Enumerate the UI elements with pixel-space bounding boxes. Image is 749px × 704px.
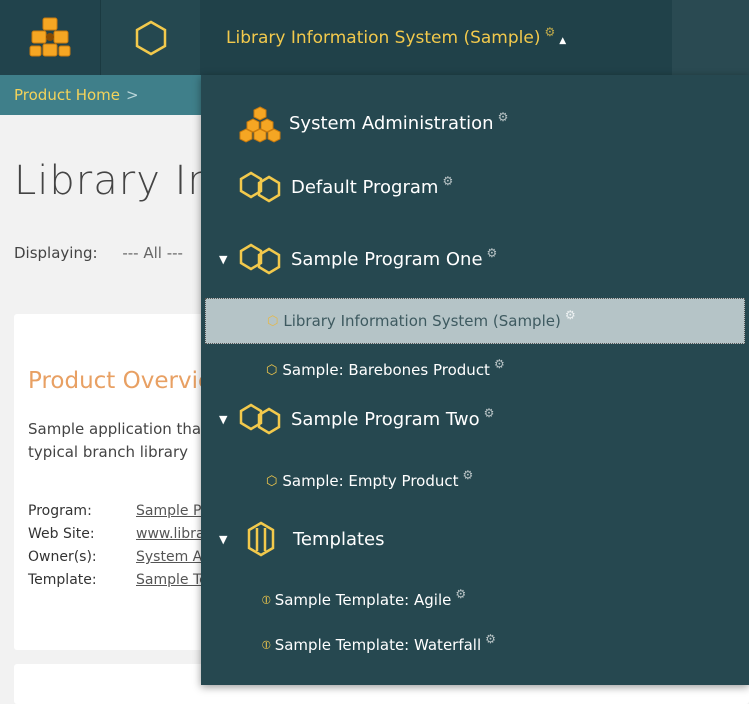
- spira-cubes-icon: [29, 17, 71, 56]
- gear-icon[interactable]: ⚙: [485, 632, 496, 646]
- program-hexagons-icon: [239, 171, 281, 203]
- gear-icon[interactable]: ⚙: [544, 25, 555, 39]
- menu-item-label: Default Program: [291, 176, 439, 198]
- menu-item-label: Sample Template: Agile: [274, 591, 452, 609]
- menu-item-empty-product[interactable]: ⬡ Sample: Empty Product ⚙: [201, 461, 749, 501]
- breadcrumb-separator: >: [126, 86, 139, 104]
- product-selector-button[interactable]: Library Information System (Sample) ⚙ ▲: [200, 0, 672, 75]
- menu-item-template-agile[interactable]: ⦶ Sample Template: Agile ⚙: [201, 580, 749, 620]
- property-label: Template:: [28, 572, 97, 588]
- expanded-triangle-icon[interactable]: ▼: [219, 253, 233, 266]
- gear-icon[interactable]: ⚙: [442, 174, 453, 188]
- program-hexagons-icon: [239, 403, 281, 435]
- expanded-triangle-icon[interactable]: ▼: [219, 413, 233, 426]
- gear-icon[interactable]: ⚙: [463, 468, 474, 482]
- templates-icon: [247, 521, 275, 557]
- menu-item-label: Sample Program One: [291, 248, 483, 270]
- program-hexagons-icon: [239, 243, 281, 275]
- menu-item-label: Templates: [293, 528, 385, 550]
- displaying-value[interactable]: --- All ---: [122, 244, 183, 262]
- menu-item-label: System Administration: [289, 112, 494, 134]
- gear-icon[interactable]: ⚙: [565, 308, 576, 322]
- displaying-filter: Displaying: --- All ---: [14, 244, 183, 262]
- product-hexagon-icon: ⬡: [266, 362, 278, 378]
- menu-item-label: Sample Template: Waterfall: [274, 636, 482, 654]
- template-mini-icon: ⦶: [262, 592, 271, 607]
- menu-item-system-administration[interactable]: System Administration ⚙: [201, 101, 749, 145]
- system-admin-cubes-icon: [239, 106, 281, 143]
- program-hexagon-button[interactable]: [100, 0, 201, 75]
- app-logo-button[interactable]: [0, 0, 100, 75]
- menu-item-label: Sample: Empty Product: [282, 472, 459, 490]
- property-label: Owner(s):: [28, 549, 97, 565]
- top-navbar: Library Information System (Sample) ⚙ ▲: [0, 0, 749, 75]
- menu-item-sample-program-two[interactable]: ▼ Sample Program Two ⚙: [201, 397, 749, 441]
- menu-item-label: Sample: Barebones Product: [282, 361, 490, 379]
- menu-item-label: Library Information System (Sample): [283, 312, 561, 330]
- gear-icon[interactable]: ⚙: [455, 587, 466, 601]
- menu-item-default-program[interactable]: Default Program ⚙: [201, 165, 749, 209]
- gear-icon[interactable]: ⚙: [484, 406, 495, 420]
- menu-item-template-waterfall[interactable]: ⦶ Sample Template: Waterfall ⚙: [201, 625, 749, 665]
- expanded-triangle-icon[interactable]: ▼: [219, 533, 233, 546]
- menu-item-sample-program-one[interactable]: ▼ Sample Program One ⚙: [201, 237, 749, 281]
- menu-item-library-information-system[interactable]: ⬡ Library Information System (Sample) ⚙: [205, 298, 745, 344]
- gear-icon[interactable]: ⚙: [498, 110, 509, 124]
- property-label: Web Site:: [28, 526, 95, 542]
- menu-item-label: Sample Program Two: [291, 408, 480, 430]
- property-label: Program:: [28, 503, 92, 519]
- menu-item-templates[interactable]: ▼ Templates: [201, 517, 749, 561]
- gear-icon[interactable]: ⚙: [494, 357, 505, 371]
- product-hexagon-icon: ⬡: [266, 473, 278, 489]
- product-dropdown-menu: System Administration ⚙ Default Program …: [201, 75, 749, 685]
- caret-up-icon: ▲: [559, 35, 567, 46]
- template-mini-icon: ⦶: [262, 637, 271, 652]
- product-hexagon-icon: ⬡: [267, 313, 279, 329]
- breadcrumb-product-home[interactable]: Product Home: [14, 86, 120, 104]
- displaying-label: Displaying:: [14, 244, 98, 262]
- product-selector-label: Library Information System (Sample): [226, 27, 541, 48]
- menu-item-barebones-product[interactable]: ⬡ Sample: Barebones Product ⚙: [201, 350, 749, 390]
- gear-icon[interactable]: ⚙: [487, 246, 498, 260]
- hexagon-icon: [135, 20, 167, 55]
